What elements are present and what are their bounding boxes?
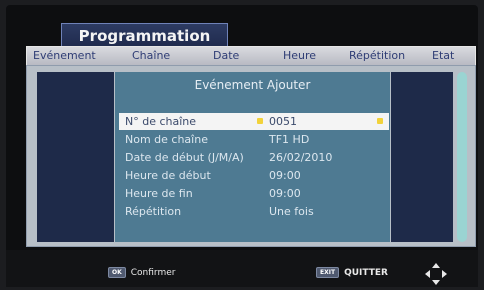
col-evenement: Evénement (33, 49, 96, 62)
right-arrow-icon (377, 118, 383, 124)
field-value: Une fois (269, 205, 314, 218)
field-label: N° de chaîne (125, 115, 197, 128)
quit-button[interactable]: EXIT QUITTER (316, 267, 388, 278)
field-label: Heure de début (125, 169, 211, 182)
field-label: Répétition (125, 205, 182, 218)
quit-label: QUITTER (344, 267, 388, 278)
footer-bar: OK Confirmer EXIT QUITTER (6, 250, 478, 287)
field-label: Nom de chaîne (125, 133, 208, 146)
field-value: 09:00 (269, 169, 301, 182)
schedule-panel: Evénement Ajouter N° de chaîne 0051 Nom … (26, 65, 476, 247)
ok-key-icon: OK (108, 267, 126, 278)
field-value: 09:00 (269, 187, 301, 200)
dpad-arrows-icon (425, 263, 447, 285)
confirm-label: Confirmer (130, 267, 176, 278)
col-repetition: Répétition (349, 49, 406, 62)
field-repetition[interactable]: Répétition Une fois (119, 203, 389, 220)
tv-screen: Programmation Evénement Chaîne Date Heur… (6, 5, 478, 287)
col-etat: Etat (432, 49, 455, 62)
field-value: 0051 (269, 115, 297, 128)
field-value: TF1 HD (269, 133, 310, 146)
col-heure: Heure (283, 49, 317, 62)
left-arrow-icon (257, 118, 263, 124)
status-column (391, 72, 453, 242)
field-end-time[interactable]: Heure de fin 09:00 (119, 185, 389, 202)
field-start-date[interactable]: Date de début (J/M/A) 26/02/2010 (119, 149, 389, 166)
field-channel-number[interactable]: N° de chaîne 0051 (119, 113, 389, 130)
col-chaine: Chaîne (132, 49, 171, 62)
field-label: Heure de fin (125, 187, 193, 200)
dialog-title: Evénement Ajouter (194, 78, 311, 92)
event-column (37, 72, 114, 242)
scrollbar[interactable] (457, 72, 467, 242)
exit-key-icon: EXIT (316, 267, 340, 278)
window-title: Programmation (61, 23, 228, 47)
column-header: Evénement Chaîne Date Heure Répétition E… (26, 46, 476, 66)
field-start-time[interactable]: Heure de début 09:00 (119, 167, 389, 184)
field-value: 26/02/2010 (269, 151, 333, 164)
confirm-button[interactable]: OK Confirmer (108, 267, 175, 278)
field-channel-name[interactable]: Nom de chaîne TF1 HD (119, 131, 389, 148)
field-label: Date de début (J/M/A) (125, 151, 244, 164)
col-date: Date (213, 49, 240, 62)
add-event-dialog: Evénement Ajouter N° de chaîne 0051 Nom … (115, 72, 390, 242)
